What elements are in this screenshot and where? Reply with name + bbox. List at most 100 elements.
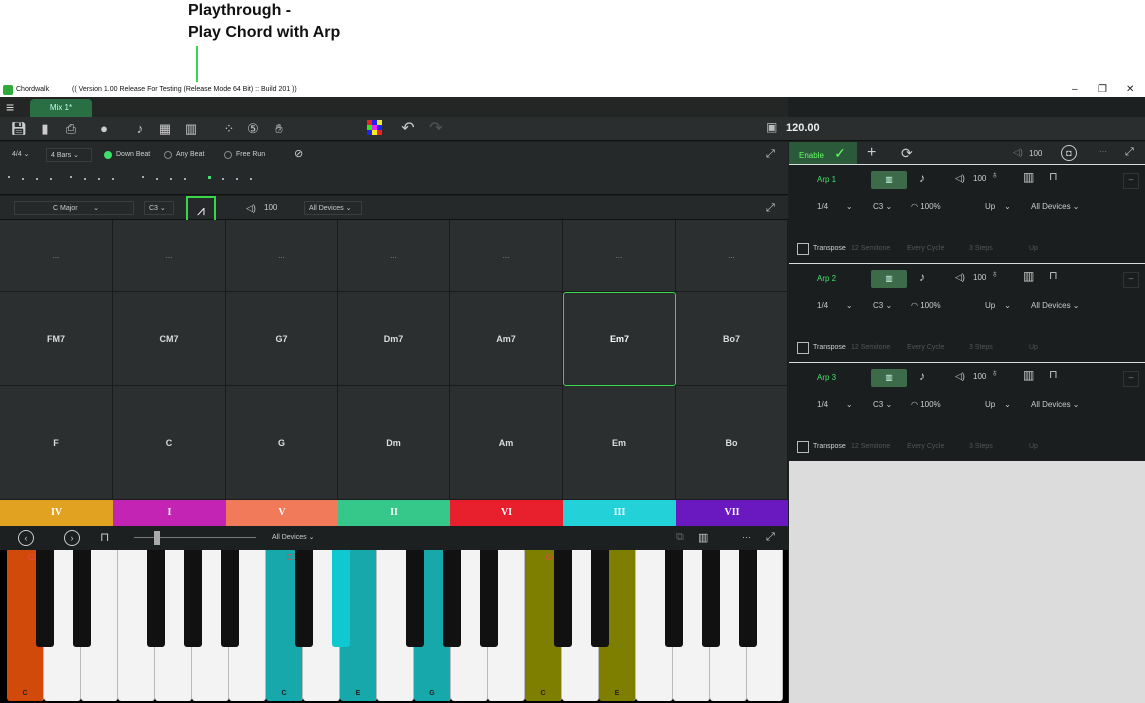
device-select[interactable]: All Devices ⌄ xyxy=(304,201,362,215)
tab-mix-1[interactable]: Mix 1* xyxy=(30,99,92,117)
expand-icon[interactable]: ⤢ xyxy=(766,148,775,161)
piano-key-black[interactable] xyxy=(221,550,239,647)
speaker-icon[interactable]: ◁) xyxy=(955,173,965,184)
chord-cell[interactable]: F xyxy=(0,386,113,500)
piano-key-black[interactable] xyxy=(36,550,54,647)
speaker-icon[interactable]: ◁) xyxy=(246,203,256,214)
lock-icon[interactable]: ⊓ xyxy=(100,530,109,544)
steps-value[interactable]: 3 Steps xyxy=(969,443,993,450)
degree-iv[interactable]: IV xyxy=(0,500,113,526)
scale-select[interactable]: C Major ⌄ xyxy=(14,201,134,215)
transpose-checkbox[interactable] xyxy=(797,243,809,255)
rate-select[interactable]: 1/4 ⌄ xyxy=(817,397,853,413)
close-button[interactable]: ✕ xyxy=(1126,82,1134,98)
arp-volume-value[interactable]: 100 xyxy=(973,273,986,282)
master-volume-value[interactable]: 100 xyxy=(1029,149,1042,158)
refresh-icon[interactable]: ⟳ xyxy=(901,145,913,162)
piano-key-black[interactable] xyxy=(591,550,609,647)
expand-icon[interactable]: ⤢ xyxy=(766,531,775,544)
arp-volume-value[interactable]: 100 xyxy=(973,174,986,183)
hand-icon[interactable]: ✋︎ xyxy=(270,120,288,138)
device-select[interactable]: All Devices ⌄ xyxy=(1031,298,1080,314)
chord-cell[interactable]: Bo xyxy=(676,386,788,500)
guitar-icon[interactable]: ♪ xyxy=(919,171,925,185)
degree-v[interactable]: V xyxy=(226,500,338,526)
free-run-radio[interactable] xyxy=(224,151,232,159)
chord-cell[interactable]: ... xyxy=(226,220,338,292)
down-beat-radio[interactable] xyxy=(104,151,112,159)
piano-key-black[interactable] xyxy=(739,550,757,647)
device-select[interactable]: All Devices ⌄ xyxy=(1031,397,1080,413)
degree-i[interactable]: I xyxy=(113,500,226,526)
piano-key-black[interactable] xyxy=(332,550,350,647)
transpose-checkbox[interactable] xyxy=(797,342,809,354)
more-button[interactable]: ··· xyxy=(1099,147,1107,156)
chord-cell[interactable]: Am xyxy=(450,386,563,500)
chord-cell[interactable]: ... xyxy=(113,220,226,292)
cycle-value[interactable]: Every Cycle xyxy=(907,443,944,450)
degree-iii[interactable]: III xyxy=(563,500,676,526)
chord-cell[interactable]: G xyxy=(226,386,338,500)
time-signature-select[interactable]: 4/4 ⌄ xyxy=(8,148,38,162)
bulb-icon[interactable]: ♁ xyxy=(991,170,999,181)
metronome-icon[interactable]: ⊘ xyxy=(294,147,303,160)
add-icon[interactable]: + xyxy=(867,144,876,162)
enable-button[interactable]: Enable ✓ xyxy=(789,142,857,164)
octave-select[interactable]: C3 ⌄ xyxy=(873,298,892,314)
chord-cell[interactable]: ... xyxy=(0,220,113,292)
chord-cell-selected[interactable]: Em7 xyxy=(563,292,676,386)
guitar-icon[interactable]: ♪ xyxy=(130,120,150,138)
piano-key-black[interactable] xyxy=(295,550,313,647)
piano-key-black[interactable] xyxy=(480,550,498,647)
arp-keyboard-button[interactable]: ▥ xyxy=(871,270,907,288)
chord-cell[interactable]: Am7 xyxy=(450,292,563,386)
octave-select[interactable]: C3 ⌄ xyxy=(873,397,892,413)
chord-cell[interactable]: C xyxy=(113,386,226,500)
semitone-value[interactable]: 12 Semitone xyxy=(851,344,890,351)
chord-cell[interactable]: FM7 xyxy=(0,292,113,386)
lock-icon[interactable]: ⊓ xyxy=(1049,269,1058,282)
octave-down-icon[interactable]: ‹ xyxy=(18,530,34,546)
speaker-icon[interactable]: ◁) xyxy=(955,371,965,382)
chord-cell[interactable]: CM7 xyxy=(113,292,226,386)
degree-vii[interactable]: VII xyxy=(676,500,788,526)
guitar-icon[interactable]: ♪ xyxy=(919,369,925,383)
circle-five-icon[interactable]: ⑤ xyxy=(244,120,262,138)
chord-cell[interactable]: ... xyxy=(563,220,676,292)
speaker-icon[interactable]: ◁) xyxy=(955,272,965,283)
cycle-value[interactable]: Every Cycle xyxy=(907,344,944,351)
steps-value[interactable]: 3 Steps xyxy=(969,245,993,252)
degree-ii[interactable]: II xyxy=(338,500,450,526)
piano-key-black[interactable] xyxy=(443,550,461,647)
arp-volume-value[interactable]: 100 xyxy=(973,372,986,381)
minimize-button[interactable]: – xyxy=(1072,82,1078,98)
chord-cell[interactable]: Dm7 xyxy=(338,292,450,386)
gate-knob[interactable]: ◠ 100% xyxy=(911,199,941,215)
piano-key-black[interactable] xyxy=(554,550,572,647)
midi-icon[interactable]: ● xyxy=(95,120,113,138)
arp-name[interactable]: Arp 3 xyxy=(817,373,836,382)
piano-icon[interactable]: ▥ xyxy=(1023,269,1034,283)
chord-cell[interactable]: Em xyxy=(563,386,676,500)
direction-select[interactable]: Up ⌄ xyxy=(985,397,1011,413)
semitone-value[interactable]: 12 Semitone xyxy=(851,443,890,450)
cycle-value[interactable]: Every Cycle xyxy=(907,245,944,252)
tempo-value[interactable]: 120.00 xyxy=(786,122,820,134)
keyboard-device-select[interactable]: All Devices ⌄ xyxy=(268,531,328,545)
piano-key-black[interactable] xyxy=(184,550,202,647)
piano-icon[interactable]: ▥ xyxy=(182,120,200,138)
menu-icon[interactable]: ≡ xyxy=(6,100,20,114)
key-volume-value[interactable]: 100 xyxy=(264,203,277,212)
transpose-direction-value[interactable]: Up xyxy=(1029,245,1038,252)
piano-key-black[interactable] xyxy=(406,550,424,647)
transpose-direction-value[interactable]: Up xyxy=(1029,344,1038,351)
guitar-icon[interactable]: ♪ xyxy=(919,270,925,284)
octave-select[interactable]: C3 ⌄ xyxy=(144,201,174,215)
arp-keyboard-button[interactable]: ▥ xyxy=(871,171,907,189)
save-icon[interactable]: 💾︎ xyxy=(10,120,28,138)
octave-up-icon[interactable]: › xyxy=(64,530,80,546)
transpose-checkbox[interactable] xyxy=(797,441,809,453)
open-icon[interactable]: ▮ xyxy=(36,120,54,138)
octave-select[interactable]: C3 ⌄ xyxy=(873,199,892,215)
expand-icon[interactable]: ⤢ xyxy=(1125,146,1134,159)
